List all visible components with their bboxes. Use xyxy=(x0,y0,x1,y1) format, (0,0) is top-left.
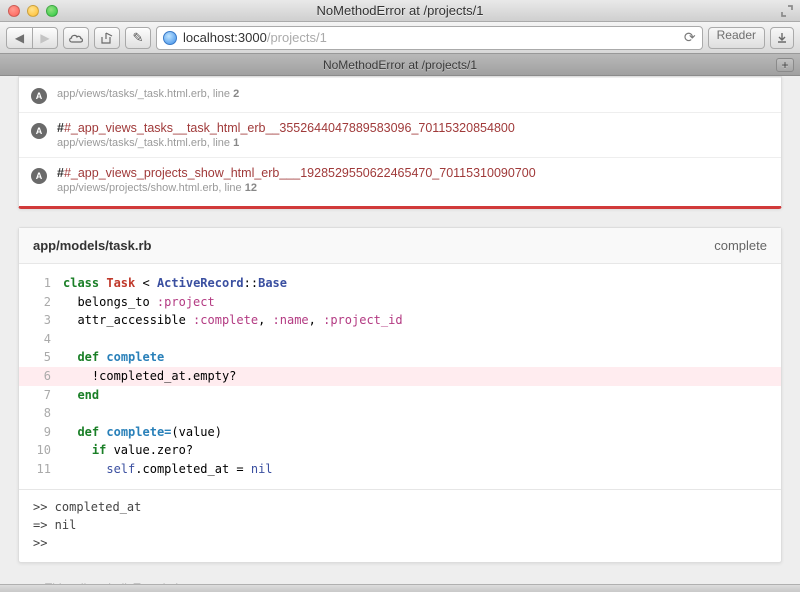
repl-line: >> xyxy=(33,534,767,552)
source-header: app/models/task.rb complete xyxy=(19,228,781,264)
code-line: 6 !completed_at.empty? xyxy=(19,367,781,386)
code-line: 9 def complete=(value) xyxy=(19,423,781,442)
back-button[interactable]: ◀ xyxy=(6,27,32,49)
page-viewport[interactable]: A app/views/tasks/_task.html.erb, line 2… xyxy=(0,76,800,584)
trace-badge-icon: A xyxy=(31,123,47,139)
code-line: 2 belongs_to :project xyxy=(19,293,781,312)
stack-trace-card: A app/views/tasks/_task.html.erb, line 2… xyxy=(18,76,782,209)
repl-line: >> completed_at xyxy=(33,498,767,516)
download-icon xyxy=(776,32,788,44)
icloud-button[interactable] xyxy=(63,27,89,49)
source-file: app/models/task.rb xyxy=(33,238,151,253)
hint-text: This a live shell. Type in here. xyxy=(45,581,203,584)
downloads-button[interactable] xyxy=(770,27,794,49)
repl-line: => nil xyxy=(33,516,767,534)
code-line: 3 attr_accessible :complete, :name, :pro… xyxy=(19,311,781,330)
trace-row[interactable]: A ##_app_views_tasks__task_html_erb__355… xyxy=(19,112,781,157)
share-icon xyxy=(100,32,114,44)
code-line: 10 if value.zero? xyxy=(19,441,781,460)
window-titlebar: NoMethodError at /projects/1 xyxy=(0,0,800,22)
source-code: 1class Task < ActiveRecord::Base2 belong… xyxy=(19,264,781,489)
site-icon xyxy=(163,31,177,45)
repl[interactable]: >> completed_at=> nil>> xyxy=(19,489,781,562)
trace-badge-icon: A xyxy=(31,88,47,104)
code-line: 7 end xyxy=(19,386,781,405)
new-tab-button[interactable]: + xyxy=(776,58,794,72)
code-line: 8 xyxy=(19,404,781,423)
dev-button[interactable]: ✎ xyxy=(125,27,151,49)
code-line: 1class Task < ActiveRecord::Base xyxy=(19,274,781,293)
trace-row[interactable]: A app/views/tasks/_task.html.erb, line 2 xyxy=(19,77,781,112)
minimize-window-button[interactable] xyxy=(27,5,39,17)
window-statusbar xyxy=(0,584,800,592)
window-title: NoMethodError at /projects/1 xyxy=(317,3,484,18)
browser-toolbar: ◀ ▶ ✎ localhost:3000/projects/1 ⟳ Reader xyxy=(0,22,800,54)
fullscreen-icon[interactable] xyxy=(780,4,794,18)
code-line: 4 xyxy=(19,330,781,349)
source-method: complete xyxy=(714,238,767,253)
address-bar[interactable]: localhost:3000/projects/1 ⟳ xyxy=(156,26,703,50)
trace-subtitle: app/views/projects/show.html.erb, line 1… xyxy=(57,182,536,194)
forward-button[interactable]: ▶ xyxy=(32,27,58,49)
zoom-window-button[interactable] xyxy=(46,5,58,17)
url-text: localhost:3000/projects/1 xyxy=(183,30,327,45)
trace-row[interactable]: A ##_app_views_projects_show_html_erb___… xyxy=(19,157,781,202)
trace-subtitle: app/views/tasks/_task.html.erb, line 2 xyxy=(57,88,239,100)
source-card: app/models/task.rb complete 1class Task … xyxy=(18,227,782,563)
browser-tabbar: NoMethodError at /projects/1 + xyxy=(0,54,800,76)
trace-subtitle: app/views/tasks/_task.html.erb, line 1 xyxy=(57,137,515,149)
close-window-button[interactable] xyxy=(8,5,20,17)
code-line: 11 self.completed_at = nil xyxy=(19,460,781,479)
reload-button[interactable]: ⟳ xyxy=(684,29,696,46)
hint-icon: ▲ xyxy=(26,582,37,584)
tab-title[interactable]: NoMethodError at /projects/1 xyxy=(323,58,477,72)
nav-buttons: ◀ ▶ xyxy=(6,27,58,49)
code-line: 5 def complete xyxy=(19,348,781,367)
trace-title: ##_app_views_projects_show_html_erb___19… xyxy=(57,166,536,180)
reader-button[interactable]: Reader xyxy=(708,27,765,49)
share-button[interactable] xyxy=(94,27,120,49)
trace-badge-icon: A xyxy=(31,168,47,184)
cloud-icon xyxy=(68,33,84,43)
trace-title: ##_app_views_tasks__task_html_erb__35526… xyxy=(57,121,515,135)
